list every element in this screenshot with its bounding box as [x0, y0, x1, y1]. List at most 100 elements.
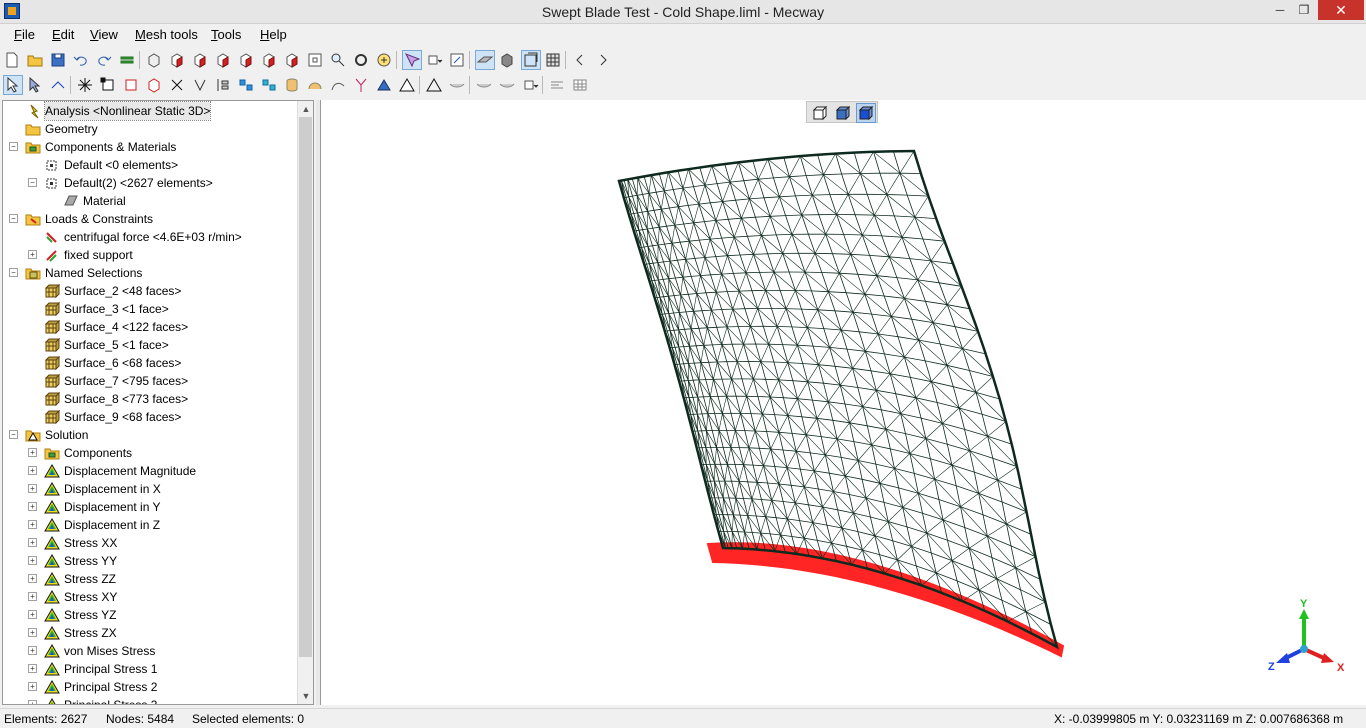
tree-item-dy[interactable]: + Displacement in Y [3, 498, 298, 516]
scroll-up-icon[interactable]: ▲ [298, 101, 313, 117]
tree-item-sxx[interactable]: + Stress XX [3, 534, 298, 552]
view-back-icon[interactable] [191, 51, 209, 69]
select-arrow-icon[interactable] [3, 75, 23, 95]
tree-item-sol-comp[interactable]: + Components [3, 444, 298, 462]
tree-item-fixed[interactable]: + fixed support [3, 246, 298, 264]
tree-item-material[interactable]: Material [3, 192, 298, 210]
align-icon[interactable] [214, 76, 232, 94]
bend-icon[interactable] [329, 76, 347, 94]
menu-tools[interactable]: Tools [211, 27, 241, 42]
model-tree[interactable]: Analysis <Nonlinear Static 3D> Geometry − C… [2, 100, 314, 705]
select-mode-icon[interactable] [402, 50, 422, 70]
box-select-icon[interactable] [448, 51, 466, 69]
equals-icon[interactable] [118, 51, 136, 69]
expand-icon[interactable]: + [28, 610, 37, 619]
grid-dropdown-icon[interactable] [521, 76, 539, 94]
tree-item-default0[interactable]: Default <0 elements> [3, 156, 298, 174]
tree-item-s6[interactable]: Surface_6 <68 faces> [3, 354, 298, 372]
table-icon[interactable] [571, 76, 589, 94]
tree-item-vm[interactable]: + von Mises Stress [3, 642, 298, 660]
view-front-icon[interactable] [168, 51, 186, 69]
refine-icon[interactable] [375, 76, 393, 94]
tree-item-centrifugal[interactable]: centrifugal force <4.6E+03 r/min> [3, 228, 298, 246]
tree-item-components[interactable]: − Components & Materials [3, 138, 298, 156]
select-node-icon[interactable] [26, 76, 44, 94]
view-right-icon[interactable] [237, 51, 255, 69]
tree-scrollbar[interactable]: ▲ ▼ [297, 101, 313, 704]
node-icon[interactable] [76, 76, 94, 94]
collapse-icon[interactable]: − [28, 178, 37, 187]
view-left-icon[interactable] [214, 51, 232, 69]
zoom-fit-icon[interactable] [306, 51, 324, 69]
expand-icon[interactable]: + [28, 592, 37, 601]
shell2-icon[interactable] [475, 76, 493, 94]
tree-item-s5[interactable]: Surface_5 <1 face> [3, 336, 298, 354]
expand-icon[interactable]: + [28, 664, 37, 673]
expand-icon[interactable]: + [28, 682, 37, 691]
menu-help[interactable]: Help [260, 27, 287, 42]
tree-item-s2[interactable]: Surface_2 <48 faces> [3, 282, 298, 300]
scroll-down-icon[interactable]: ▼ [298, 688, 313, 704]
pan-icon[interactable] [375, 51, 393, 69]
expand-icon[interactable]: + [28, 520, 37, 529]
tree-item-szz[interactable]: + Stress ZZ [3, 570, 298, 588]
tree-item-p3[interactable]: + Principal Stress 3 [3, 696, 298, 704]
select-dropdown-icon[interactable] [425, 51, 443, 69]
expand-icon[interactable]: + [28, 502, 37, 511]
mesh-icon[interactable] [544, 51, 562, 69]
tree-item-syy[interactable]: + Stress YY [3, 552, 298, 570]
tree-item-sxy[interactable]: + Stress XY [3, 588, 298, 606]
join-icon[interactable] [260, 76, 278, 94]
collapse-icon[interactable]: − [9, 214, 18, 223]
shell3-icon[interactable] [498, 76, 516, 94]
save-icon[interactable] [49, 51, 67, 69]
tree-item-syz[interactable]: + Stress YZ [3, 606, 298, 624]
tree-item-geometry[interactable]: Geometry [3, 120, 298, 138]
tree-item-named[interactable]: − Named Selections [3, 264, 298, 282]
tree-item-default2[interactable]: − Default(2) <2627 elements> [3, 174, 298, 192]
tree-item-dmag[interactable]: + Displacement Magnitude [3, 462, 298, 480]
menu-mesh-tools[interactable]: Mesh tools [135, 27, 198, 42]
tree-item-p2[interactable]: + Principal Stress 2 [3, 678, 298, 696]
tree-item-s7[interactable]: Surface_7 <795 faces> [3, 372, 298, 390]
cylinder-icon[interactable] [283, 76, 301, 94]
tree-item-s3[interactable]: Surface_3 <1 face> [3, 300, 298, 318]
tree-item-loads[interactable]: − Loads & Constraints [3, 210, 298, 228]
tree-item-solution[interactable]: − Solution [3, 426, 298, 444]
new-file-icon[interactable] [3, 51, 21, 69]
select-link-icon[interactable] [49, 76, 67, 94]
scroll-thumb[interactable] [299, 117, 312, 657]
view-iso-icon[interactable] [145, 51, 163, 69]
tree-item-s4[interactable]: Surface_4 <122 faces> [3, 318, 298, 336]
expand-icon[interactable]: + [28, 556, 37, 565]
menu-view[interactable]: View [90, 27, 118, 42]
expand-icon[interactable]: + [28, 700, 37, 704]
collapse-icon[interactable]: − [9, 142, 18, 151]
scroll-left-icon[interactable] [571, 51, 589, 69]
zoom-icon[interactable] [329, 51, 347, 69]
align-lines-icon[interactable] [548, 76, 566, 94]
scroll-right-icon[interactable] [594, 51, 612, 69]
collapse-icon[interactable]: − [9, 430, 18, 439]
tree-item-dz[interactable]: + Displacement in Z [3, 516, 298, 534]
square-icon[interactable] [122, 76, 140, 94]
delete-icon[interactable] [168, 76, 186, 94]
tree-item-dx[interactable]: + Displacement in X [3, 480, 298, 498]
undo-icon[interactable] [72, 51, 90, 69]
mecway-app-icon[interactable] [4, 3, 20, 19]
expand-icon[interactable]: + [28, 466, 37, 475]
expand-icon[interactable]: + [28, 628, 37, 637]
tree-item-p1[interactable]: + Principal Stress 1 [3, 660, 298, 678]
wireframe-icon[interactable] [521, 50, 541, 70]
triangle-icon[interactable] [425, 76, 443, 94]
shell-icon[interactable] [448, 76, 466, 94]
view-solid-box-icon[interactable] [834, 104, 852, 122]
tree-item-analysis[interactable]: Analysis <Nonlinear Static 3D> [3, 101, 298, 121]
3d-viewport[interactable]: Y X Z [320, 100, 1366, 705]
tree-item-s9[interactable]: Surface_9 <68 faces> [3, 408, 298, 426]
expand-icon[interactable]: + [28, 250, 37, 259]
solid-icon[interactable] [498, 51, 516, 69]
expand-icon[interactable]: + [28, 538, 37, 547]
view-bottom-icon[interactable] [283, 51, 301, 69]
expand-icon[interactable]: + [28, 574, 37, 583]
